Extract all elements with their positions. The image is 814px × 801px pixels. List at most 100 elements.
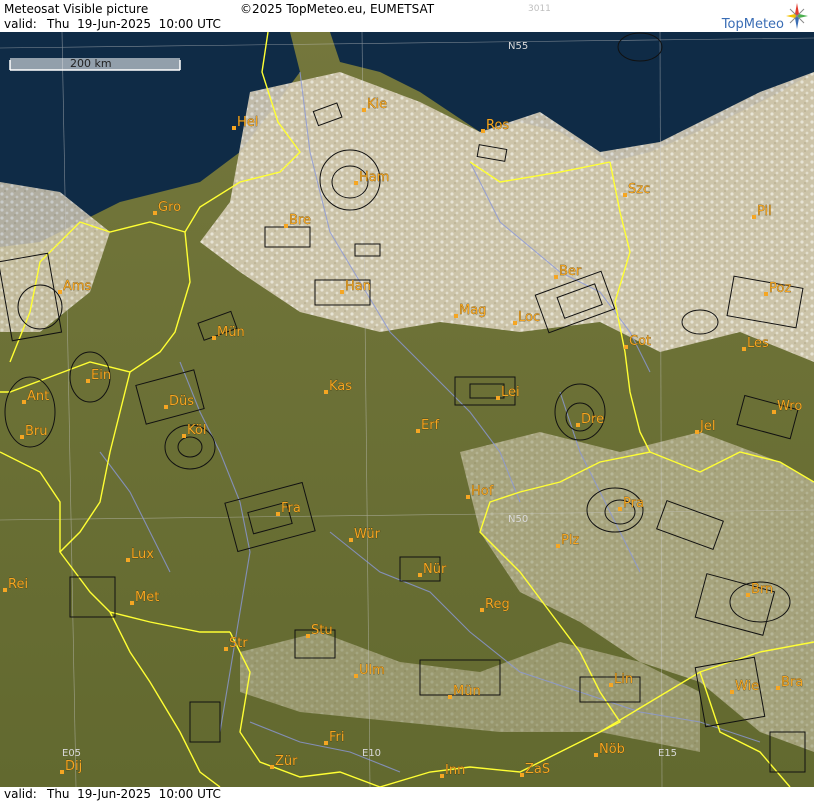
city-label: Reg	[485, 597, 510, 612]
city-label: Ein	[91, 368, 111, 383]
city-dot	[624, 345, 628, 349]
map-title: Meteosat Visible picture	[4, 2, 149, 16]
city-dot	[270, 765, 274, 769]
city-label: Str	[229, 636, 248, 651]
city-label: Ulm	[359, 663, 385, 678]
city-dot	[212, 336, 216, 340]
city-label: Mün	[217, 325, 245, 340]
city-dot	[416, 429, 420, 433]
city-marker: Bra	[776, 675, 803, 690]
city-label: Kie	[367, 97, 387, 112]
city-label: Cot	[629, 334, 651, 349]
city-dot	[466, 495, 470, 499]
city-marker: Bre	[284, 213, 311, 228]
city-label: Wro	[777, 399, 802, 414]
grid-label-e15: E15	[658, 748, 677, 759]
city-label: Zür	[275, 754, 298, 769]
city-label: Les	[747, 336, 769, 351]
satellite-map: 200 km N55 N50 E05 E10 E15 Hel Kie Ros Ham G…	[0, 32, 814, 787]
city-marker: Mün	[448, 684, 481, 699]
city-label: Wie	[735, 679, 759, 694]
city-label: Ant	[27, 389, 49, 404]
city-label: Wür	[354, 527, 381, 542]
city-dot	[418, 573, 422, 577]
city-marker: Met	[130, 590, 160, 605]
city-dot	[609, 683, 613, 687]
city-label: Szc	[628, 182, 650, 197]
city-label: Düs	[169, 394, 194, 409]
city-label: Poz	[769, 281, 791, 296]
city-marker: Ams	[58, 279, 92, 294]
city-marker: Bru	[20, 424, 48, 439]
city-dot	[594, 753, 598, 757]
city-label: Ams	[63, 279, 92, 294]
city-dot	[232, 126, 236, 130]
city-dot	[22, 400, 26, 404]
compass-star-icon	[786, 3, 808, 29]
city-dot	[496, 396, 500, 400]
city-dot	[324, 390, 328, 394]
city-label: Met	[135, 590, 159, 605]
city-marker: Ros	[481, 118, 510, 133]
city-label: Bre	[289, 213, 311, 228]
city-dot	[576, 423, 580, 427]
city-dot	[480, 608, 484, 612]
city-marker: Reg	[480, 597, 510, 612]
city-marker: Hof	[466, 484, 494, 499]
city-label: Brn	[751, 582, 773, 597]
city-marker: Ant	[22, 389, 49, 404]
city-marker: Mün	[212, 325, 245, 340]
city-label: Erf	[421, 418, 440, 433]
copyright-text: ©2025 TopMeteo.eu, EUMETSAT	[240, 2, 435, 16]
city-dot	[3, 588, 7, 592]
city-dot	[182, 434, 186, 438]
city-marker: Wür	[349, 527, 381, 542]
city-label: Loc	[518, 310, 540, 325]
city-dot	[126, 558, 130, 562]
city-label: Fri	[329, 730, 345, 745]
city-label: Lin	[614, 672, 633, 687]
city-dot	[481, 129, 485, 133]
city-dot	[776, 686, 780, 690]
city-dot	[224, 647, 228, 651]
city-marker: Loc	[513, 310, 540, 325]
city-marker: Ulm	[354, 663, 385, 678]
city-dot	[362, 108, 366, 112]
city-label: Kas	[329, 379, 352, 394]
city-label: Lei	[501, 385, 520, 400]
city-label: Ham	[359, 170, 389, 185]
city-dot	[60, 770, 64, 774]
city-dot	[306, 634, 310, 638]
city-marker: ZaS	[520, 762, 550, 777]
city-label: Stu	[311, 623, 333, 638]
city-label: Pra	[623, 496, 644, 511]
scale-bar: 200 km	[9, 57, 181, 71]
footer-bar: valid: Thu 19-Jun-2025 10:00 UTC	[0, 787, 814, 801]
city-dot	[86, 379, 90, 383]
valid-prefix: valid:	[4, 17, 37, 31]
topmeteo-logo[interactable]: TopMeteo	[708, 3, 808, 32]
city-label: Ber	[559, 264, 582, 279]
city-label: Dre	[581, 412, 604, 427]
header-bar: Meteosat Visible picture ©2025 TopMeteo.…	[0, 0, 814, 32]
city-marker: Les	[742, 336, 769, 351]
city-label: ZaS	[525, 762, 550, 777]
city-label: Plz	[561, 533, 579, 548]
city-dot	[58, 290, 62, 294]
city-marker: Kas	[324, 379, 352, 394]
city-marker: Ham	[354, 170, 390, 185]
city-marker: Brn	[746, 582, 773, 597]
city-dot	[513, 321, 517, 325]
grid-label-n50: N50	[508, 514, 528, 525]
city-label: Gro	[158, 200, 181, 215]
city-dot	[618, 507, 622, 511]
city-label: Lux	[131, 547, 154, 562]
city-dot	[340, 290, 344, 294]
city-dot	[623, 193, 627, 197]
footer-valid-prefix: valid:	[4, 787, 37, 801]
city-label: Fra	[281, 501, 301, 516]
city-dot	[153, 211, 157, 215]
city-dot	[164, 405, 168, 409]
grid-label-n55: N55	[508, 41, 528, 52]
scale-label: 200 km	[70, 57, 112, 70]
